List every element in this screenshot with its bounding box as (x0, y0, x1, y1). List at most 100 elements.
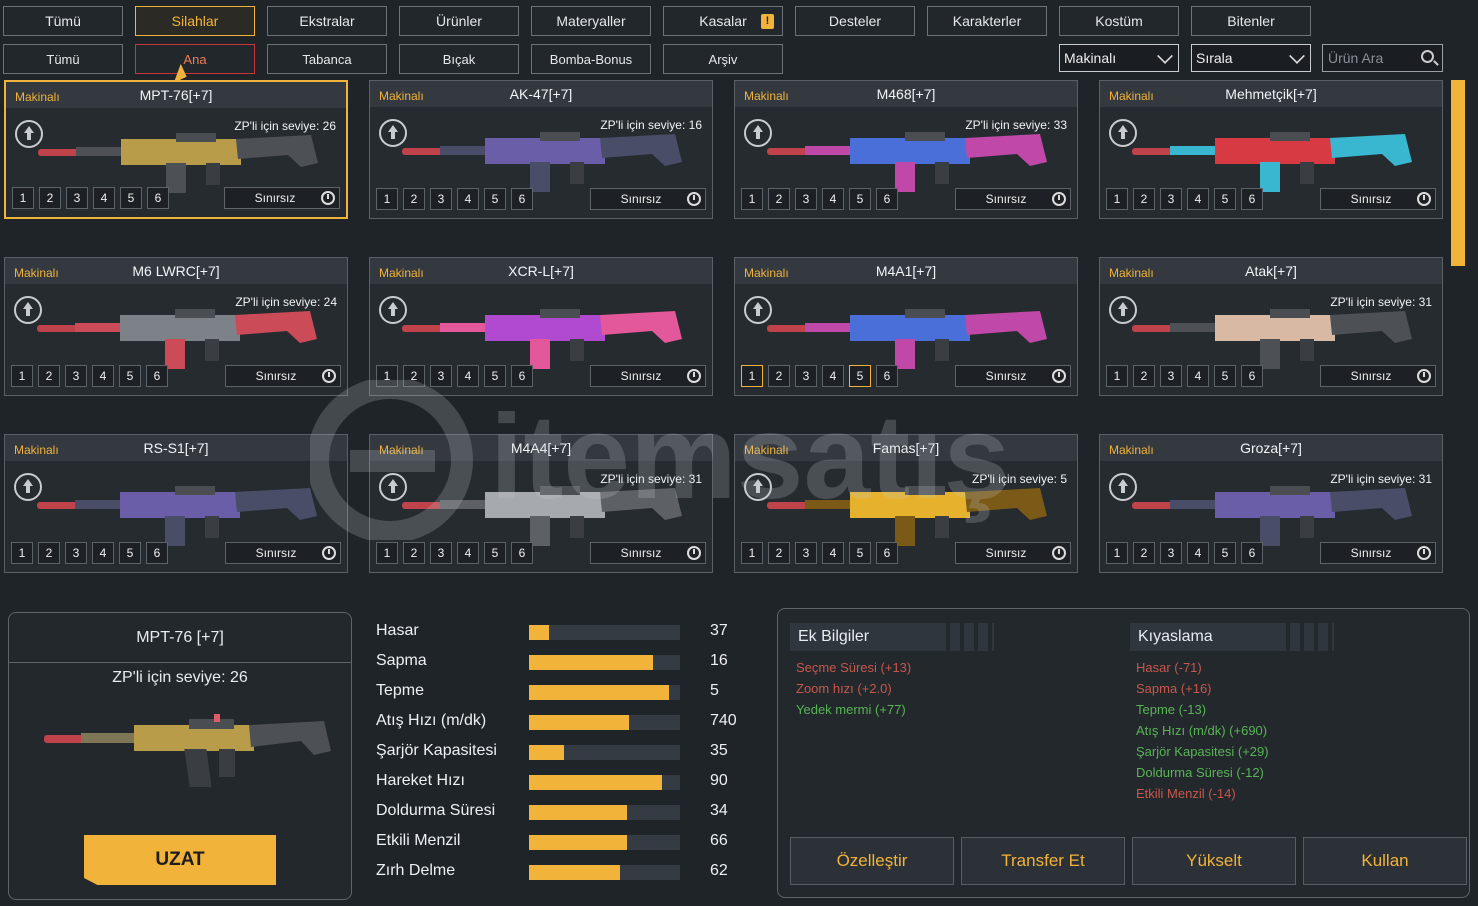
weapon-card[interactable]: Makinalı M4A4[+7] ZP'li için seviye: 31 … (369, 434, 713, 573)
slot-button[interactable]: 4 (92, 542, 114, 564)
slot-button[interactable]: 6 (1241, 188, 1263, 210)
duration-button[interactable]: Sınırsız (955, 542, 1071, 564)
duration-button[interactable]: Sınırsız (1320, 365, 1436, 387)
search-input[interactable]: Ürün Ara (1322, 44, 1443, 72)
weapon-card[interactable]: Makinalı Atak[+7] ZP'li için seviye: 31 … (1099, 257, 1443, 396)
tab-desteler[interactable]: Desteler (795, 6, 915, 36)
subtab-bicak[interactable]: Bıçak (399, 44, 519, 74)
tab-bitenler[interactable]: Bitenler (1191, 6, 1311, 36)
slot-button[interactable]: 2 (1133, 188, 1155, 210)
duration-button[interactable]: Sınırsız (1320, 542, 1436, 564)
duration-button[interactable]: Sınırsız (225, 542, 341, 564)
slot-button[interactable]: 4 (1187, 365, 1209, 387)
slot-button[interactable]: 1 (741, 365, 763, 387)
tab-urunler[interactable]: Ürünler (399, 6, 519, 36)
slot-button[interactable]: 2 (403, 542, 425, 564)
slot-button[interactable]: 6 (146, 365, 168, 387)
slot-button[interactable]: 2 (768, 542, 790, 564)
slot-button[interactable]: 6 (511, 365, 533, 387)
category-dropdown[interactable]: Makinalı (1059, 44, 1179, 72)
slot-button[interactable]: 3 (1160, 365, 1182, 387)
slot-button[interactable]: 1 (1106, 542, 1128, 564)
slot-button[interactable]: 1 (1106, 365, 1128, 387)
slot-button[interactable]: 2 (768, 365, 790, 387)
subtab-arsiv[interactable]: Arşiv (663, 44, 783, 74)
slot-button[interactable]: 5 (484, 365, 506, 387)
slot-button[interactable]: 5 (1214, 188, 1236, 210)
slot-button[interactable]: 3 (430, 542, 452, 564)
slot-button[interactable]: 2 (768, 188, 790, 210)
slot-button[interactable]: 6 (147, 187, 169, 209)
duration-button[interactable]: Sınırsız (590, 542, 706, 564)
slot-button[interactable]: 5 (849, 365, 871, 387)
slot-button[interactable]: 1 (376, 188, 398, 210)
slot-button[interactable]: 5 (119, 542, 141, 564)
weapon-card[interactable]: Makinalı AK-47[+7] ZP'li için seviye: 16… (369, 80, 713, 219)
slot-button[interactable]: 3 (795, 188, 817, 210)
slot-button[interactable]: 4 (1187, 542, 1209, 564)
upgrade-button[interactable]: Yükselt (1132, 837, 1296, 885)
slot-button[interactable]: 3 (795, 365, 817, 387)
slot-button[interactable]: 5 (120, 187, 142, 209)
tab-tumu[interactable]: Tümü (3, 6, 123, 36)
weapon-card[interactable]: Makinalı Mehmetçik[+7] 123456 Sınırsız (1099, 80, 1443, 219)
slot-button[interactable]: 4 (92, 365, 114, 387)
subtab-tabanca[interactable]: Tabanca (267, 44, 387, 74)
slot-button[interactable]: 4 (93, 187, 115, 209)
slot-button[interactable]: 6 (876, 188, 898, 210)
slot-button[interactable]: 1 (376, 542, 398, 564)
slot-button[interactable]: 5 (849, 188, 871, 210)
slot-button[interactable]: 6 (876, 542, 898, 564)
slot-button[interactable]: 1 (11, 542, 33, 564)
extend-button[interactable]: UZAT (84, 835, 276, 885)
duration-button[interactable]: Sınırsız (955, 365, 1071, 387)
slot-button[interactable]: 1 (376, 365, 398, 387)
tab-karakterler[interactable]: Karakterler (927, 6, 1047, 36)
weapon-card[interactable]: Makinalı M6 LWRC[+7] ZP'li için seviye: … (4, 257, 348, 396)
slot-button[interactable]: 6 (511, 542, 533, 564)
weapon-card[interactable]: Makinalı XCR-L[+7] 123456 Sınırsız (369, 257, 713, 396)
slot-button[interactable]: 2 (403, 365, 425, 387)
slot-button[interactable]: 1 (12, 187, 34, 209)
slot-button[interactable]: 4 (457, 542, 479, 564)
slot-button[interactable]: 1 (741, 542, 763, 564)
weapon-card[interactable]: Makinalı MPT-76[+7] ZP'li için seviye: 2… (4, 80, 348, 219)
slot-button[interactable]: 5 (119, 365, 141, 387)
slot-button[interactable]: 1 (741, 188, 763, 210)
slot-button[interactable]: 4 (822, 188, 844, 210)
slot-button[interactable]: 1 (1106, 188, 1128, 210)
slot-button[interactable]: 2 (39, 187, 61, 209)
slot-button[interactable]: 5 (1214, 542, 1236, 564)
weapon-card[interactable]: Makinalı M468[+7] ZP'li için seviye: 33 … (734, 80, 1078, 219)
slot-button[interactable]: 6 (1241, 542, 1263, 564)
tab-kasalar[interactable]: Kasalar! (663, 6, 783, 36)
slot-button[interactable]: 4 (457, 365, 479, 387)
slot-button[interactable]: 3 (430, 188, 452, 210)
slot-button[interactable]: 6 (876, 365, 898, 387)
duration-button[interactable]: Sınırsız (590, 188, 706, 210)
weapon-card[interactable]: Makinalı Groza[+7] ZP'li için seviye: 31… (1099, 434, 1443, 573)
slot-button[interactable]: 2 (38, 365, 60, 387)
slot-button[interactable]: 5 (484, 188, 506, 210)
slot-button[interactable]: 5 (849, 542, 871, 564)
slot-button[interactable]: 3 (66, 187, 88, 209)
transfer-button[interactable]: Transfer Et (961, 837, 1125, 885)
slot-button[interactable]: 3 (65, 542, 87, 564)
slot-button[interactable]: 4 (822, 365, 844, 387)
tab-silahlar[interactable]: Silahlar (135, 6, 255, 36)
weapon-card[interactable]: Makinalı Famas[+7] ZP'li için seviye: 5 … (734, 434, 1078, 573)
weapon-card[interactable]: Makinalı M4A1[+7] 123456 Sınırsız (734, 257, 1078, 396)
slot-button[interactable]: 2 (38, 542, 60, 564)
duration-button[interactable]: Sınırsız (590, 365, 706, 387)
use-button[interactable]: Kullan (1303, 837, 1467, 885)
slot-button[interactable]: 2 (403, 188, 425, 210)
tab-ekstralar[interactable]: Ekstralar (267, 6, 387, 36)
slot-button[interactable]: 6 (511, 188, 533, 210)
slot-button[interactable]: 4 (822, 542, 844, 564)
subtab-bomba-bonus[interactable]: Bomba-Bonus (531, 44, 651, 74)
subtab-tumu[interactable]: Tümü (3, 44, 123, 74)
slot-button[interactable]: 3 (1160, 188, 1182, 210)
search-icon[interactable] (1421, 50, 1434, 63)
slot-button[interactable]: 5 (1214, 365, 1236, 387)
duration-button[interactable]: Sınırsız (955, 188, 1071, 210)
